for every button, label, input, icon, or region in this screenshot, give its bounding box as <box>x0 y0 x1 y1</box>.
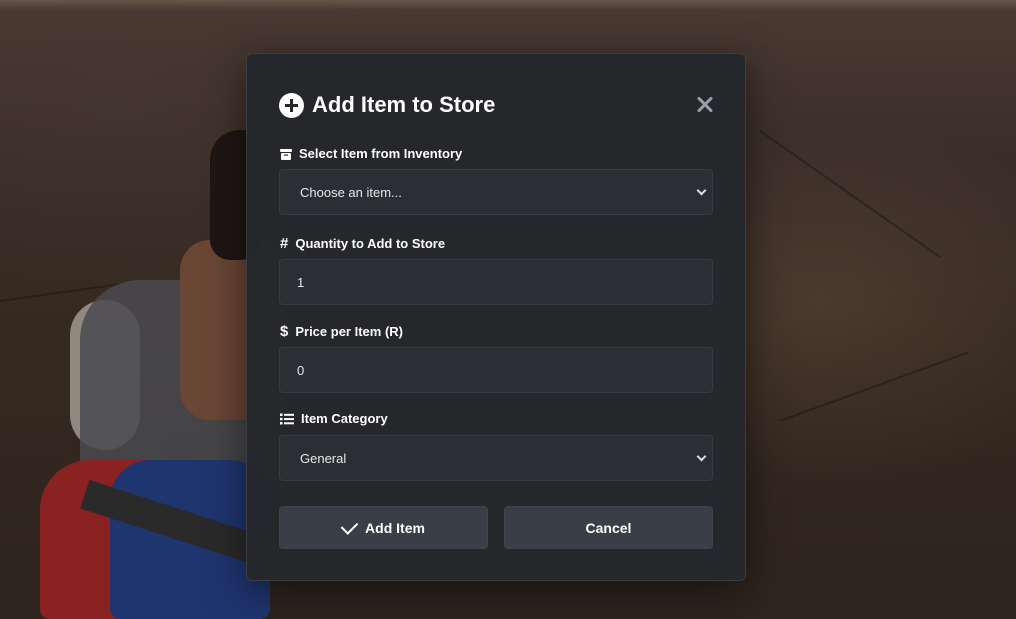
box-icon <box>280 148 292 160</box>
price-label-text: Price per Item (R) <box>295 324 403 339</box>
close-icon[interactable] <box>693 93 717 117</box>
dollar-icon: $ <box>280 323 289 340</box>
modal-title: Add Item to Store <box>312 92 496 117</box>
road-edge <box>0 0 1016 10</box>
price-label: $ Price per Item (R) <box>280 323 403 340</box>
chevron-down-icon <box>698 453 706 461</box>
add-item-button-label: Add Item <box>365 519 425 536</box>
category-label-text: Item Category <box>301 411 388 426</box>
price-input[interactable]: 0 <box>279 347 713 393</box>
list-icon <box>280 413 294 424</box>
quantity-label-text: Quantity to Add to Store <box>295 236 446 251</box>
quantity-label: # Quantity to Add to Store <box>280 235 445 252</box>
price-value: 0 <box>297 362 305 378</box>
item-select-value: Choose an item... <box>300 184 402 200</box>
check-icon <box>340 516 359 535</box>
add-item-modal: Add Item to Store Select Item from Inven… <box>246 53 746 581</box>
item-select-label: Select Item from Inventory <box>280 146 462 161</box>
category-select[interactable]: General <box>279 435 713 481</box>
category-select-value: General <box>300 450 347 466</box>
item-select-label-text: Select Item from Inventory <box>299 146 463 161</box>
quantity-input[interactable]: 1 <box>279 259 713 305</box>
item-select[interactable]: Choose an item... <box>279 169 713 215</box>
ground-crack <box>779 351 969 422</box>
chevron-down-icon <box>698 187 706 195</box>
category-label: Item Category <box>280 411 388 426</box>
add-item-button[interactable]: Add Item <box>279 506 488 549</box>
ground-crack <box>759 130 941 259</box>
cancel-button[interactable]: Cancel <box>504 506 713 549</box>
cancel-button-label: Cancel <box>585 519 632 536</box>
modal-header: Add Item to Store <box>279 91 495 119</box>
player-character <box>40 130 290 619</box>
hash-icon: # <box>280 235 289 252</box>
plus-circle-icon <box>279 92 304 118</box>
quantity-value: 1 <box>297 274 305 290</box>
